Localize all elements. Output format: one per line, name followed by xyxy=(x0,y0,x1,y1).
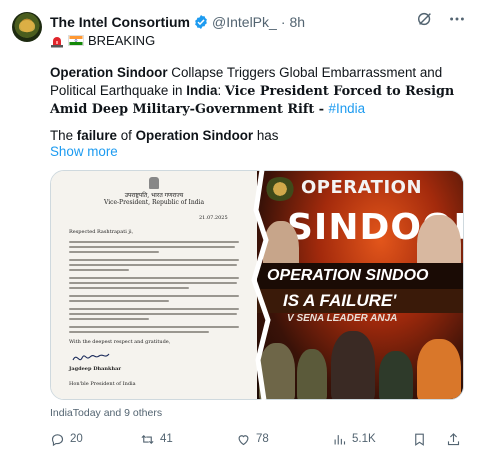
letter-header-hindi: उपराष्ट्रपति, भारत गणराज्य xyxy=(124,192,184,199)
text-bold-failure: failure xyxy=(76,128,117,143)
like-button[interactable]: 78 xyxy=(236,430,269,448)
person-figure xyxy=(331,331,375,399)
tweet-header: The Intel Consortium @IntelPk_ · 8h xyxy=(50,12,305,32)
letter-date: 21.07.2025 xyxy=(199,215,228,221)
separator-dot: · xyxy=(280,14,286,30)
text-bold-operation: Operation Sindoor xyxy=(50,65,168,80)
letter-signatory: Jagdeep Dhankhar xyxy=(69,366,122,372)
poster-banner-3: V SENA LEADER ANJA xyxy=(287,313,398,324)
display-name[interactable]: The Intel Consortium xyxy=(50,14,190,30)
letter-salutation: Respected Rashtrapati ji, xyxy=(69,229,134,235)
like-count: 78 xyxy=(256,433,269,445)
repost-count: 41 xyxy=(160,433,173,445)
media-attribution[interactable]: IndiaToday and 9 others xyxy=(50,407,162,419)
letter-line xyxy=(69,295,239,297)
text-segment: of xyxy=(116,128,136,143)
hashtag-india[interactable]: #India xyxy=(329,101,365,116)
siren-icon xyxy=(51,36,63,47)
person-figure xyxy=(417,339,461,399)
breaking-line: BREAKING xyxy=(50,33,155,48)
reply-button[interactable]: 20 xyxy=(50,430,83,448)
letter-line xyxy=(69,318,149,320)
handle[interactable]: @IntelPk_ xyxy=(212,14,277,30)
tweet[interactable]: The Intel Consortium @IntelPk_ · 8h BREA… xyxy=(0,0,478,455)
letter-header-english: Vice-President, Republic of India xyxy=(103,199,205,206)
reply-icon xyxy=(51,433,64,446)
letter-line xyxy=(69,277,239,279)
reply-count: 20 xyxy=(70,433,83,445)
bookmark-icon xyxy=(415,433,424,446)
india-flag-icon xyxy=(68,35,84,46)
post-text[interactable]: Operation Sindoor Collapse Triggers Glob… xyxy=(50,64,464,119)
letter-line xyxy=(69,287,189,289)
letter-line xyxy=(69,313,237,315)
person-figure xyxy=(379,351,413,399)
poster-banner-2: IS A FAILURE' xyxy=(257,289,463,313)
text-segment: : xyxy=(217,82,225,98)
text-bold-india: India xyxy=(186,82,218,98)
text-bold-operation-2: Operation Sindoor xyxy=(135,128,254,143)
letter-line xyxy=(69,259,239,261)
breaking-label: BREAKING xyxy=(88,33,156,48)
person-figure xyxy=(297,349,327,399)
views-count: 5.1K xyxy=(352,433,376,445)
letter-line xyxy=(69,251,159,253)
resignation-letter-image: उपराष्ट्रपति, भारत गणराज्य Vice-Presiden… xyxy=(51,171,257,399)
verified-badge-icon xyxy=(195,15,207,29)
share-button[interactable] xyxy=(446,430,461,448)
letter-line xyxy=(69,264,237,266)
action-bar: 20 41 78 5.1K xyxy=(50,430,464,448)
avatar[interactable] xyxy=(12,12,42,42)
post-time[interactable]: 8h xyxy=(289,14,305,30)
letter-line xyxy=(69,326,239,328)
letter-line xyxy=(69,300,169,302)
poster-banner-1: OPERATION SINDOO xyxy=(257,263,463,289)
poster-image: OPERATION SINDOOR OPERATION SINDOO IS A … xyxy=(257,171,463,399)
views-icon xyxy=(334,434,346,444)
grok-icon[interactable] xyxy=(416,10,434,28)
text-segment: The xyxy=(50,128,77,143)
bookmark-button[interactable] xyxy=(412,430,427,448)
signature-image xyxy=(72,353,110,361)
letter-line xyxy=(69,331,209,333)
letter-line xyxy=(69,282,237,284)
post-text-paragraph-2: The failure of Operation Sindoor has xyxy=(50,127,278,145)
emblem-icon xyxy=(149,177,159,189)
letter-line xyxy=(69,308,239,310)
repost-icon xyxy=(141,434,154,444)
more-options-icon[interactable] xyxy=(448,10,466,28)
repost-button[interactable]: 41 xyxy=(140,430,173,448)
letter-line xyxy=(69,241,239,243)
heart-icon xyxy=(238,434,249,445)
crack-overlay xyxy=(251,170,271,400)
text-segment: has xyxy=(253,128,279,143)
share-icon xyxy=(447,432,460,445)
letter-footer: Hon'ble President of India xyxy=(69,381,136,387)
letter-closing: With the deepest respect and gratitude, xyxy=(69,339,171,345)
poster-title-top: OPERATION xyxy=(301,177,423,198)
letter-line xyxy=(69,246,235,248)
show-more-link[interactable]: Show more xyxy=(50,144,118,159)
views-button[interactable]: 5.1K xyxy=(332,430,376,448)
letter-line xyxy=(69,269,129,271)
top-actions xyxy=(416,10,466,28)
text-serif-vice-president: Vice President xyxy=(224,83,329,99)
